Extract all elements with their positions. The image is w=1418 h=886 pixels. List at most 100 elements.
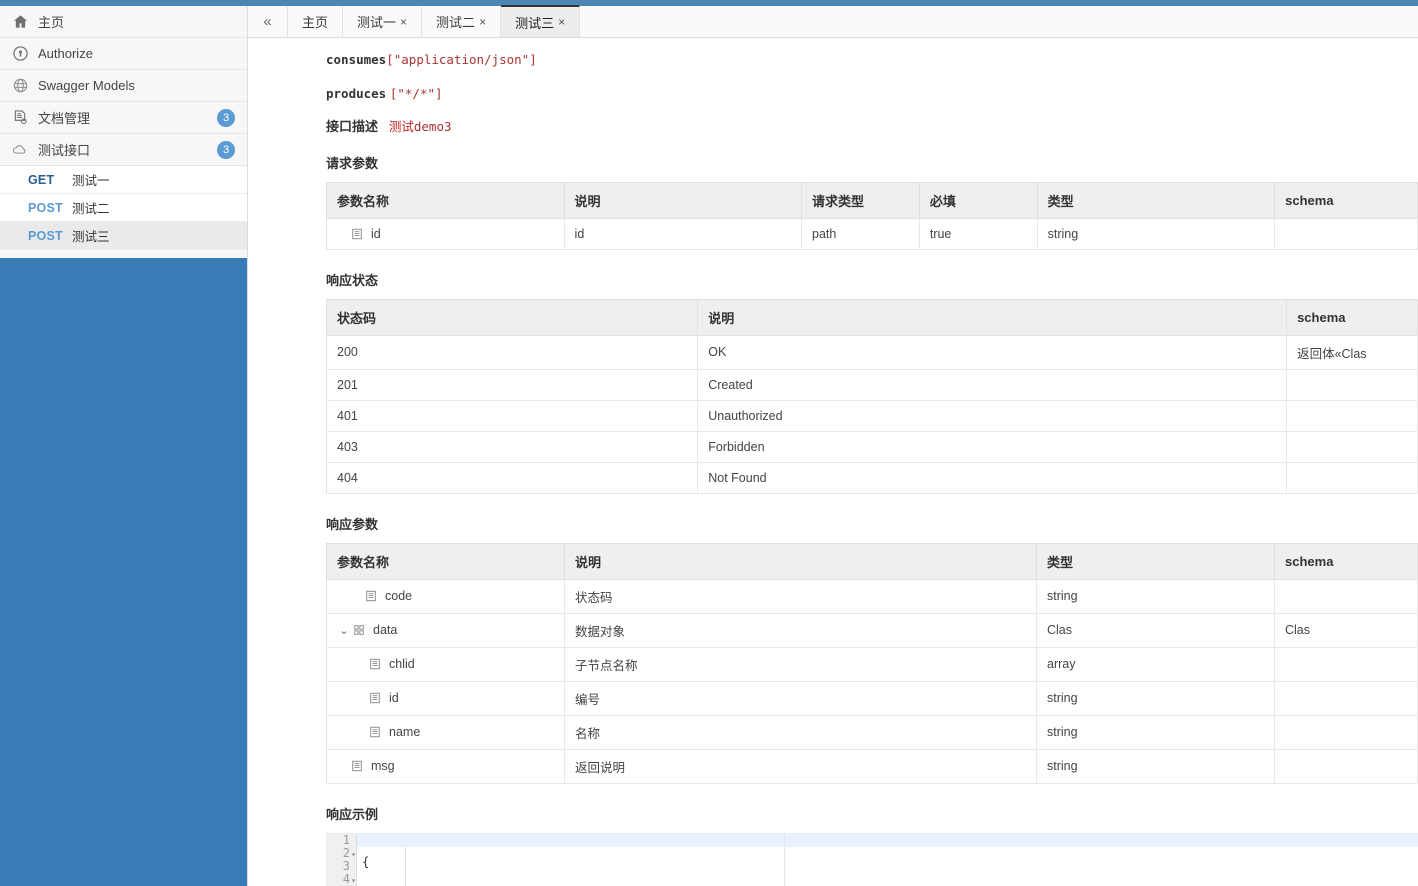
cell-param-name: id <box>326 218 565 250</box>
close-icon[interactable]: × <box>400 15 407 29</box>
close-icon[interactable]: × <box>558 15 565 29</box>
table-row: id 编号 string <box>326 681 1418 716</box>
cell-type: array <box>1036 647 1275 682</box>
cell-type: string <box>1036 579 1275 614</box>
produces-line: produces ["*/*"] <box>326 86 1418 102</box>
cell-param-name: name <box>326 715 565 750</box>
col-schema: schema <box>1274 182 1418 219</box>
table-row: 401 Unauthorized <box>326 400 1418 432</box>
collapse-sidebar-icon[interactable]: « <box>248 6 288 37</box>
table-header-row: 参数名称 说明 请求类型 必填 类型 schema <box>326 182 1418 219</box>
cell-schema <box>1286 400 1418 432</box>
api-list-item-2[interactable]: POST 测试二 <box>0 194 247 222</box>
table-row: 200 OK 返回体«Clas <box>326 335 1418 370</box>
cell-schema <box>1274 681 1418 716</box>
cell-description: Not Found <box>697 462 1288 494</box>
tab-label: 测试一 <box>357 15 397 30</box>
field-icon <box>349 760 365 772</box>
sidebar: 主页 Authorize Swagger Models 文档管理 3 测试接口 … <box>0 6 248 886</box>
col-status-code: 状态码 <box>326 299 699 336</box>
cell-status-code: 403 <box>326 431 699 463</box>
cell-required: true <box>919 218 1038 250</box>
field-icon <box>349 228 365 240</box>
cell-schema <box>1274 218 1418 250</box>
sidebar-filler-panel <box>0 258 247 886</box>
api-name-label: 测试二 <box>72 202 110 216</box>
cell-type: string <box>1036 749 1275 784</box>
tab-home[interactable]: 主页 <box>288 6 344 37</box>
param-name-text: data <box>373 623 398 638</box>
lock-icon <box>10 44 30 64</box>
cell-status-code: 201 <box>326 369 699 401</box>
col-schema: schema <box>1274 543 1418 580</box>
print-margin-guide <box>784 833 785 886</box>
col-schema: schema <box>1286 299 1418 336</box>
cell-description: Created <box>697 369 1288 401</box>
tab-test-3[interactable]: 测试三 × <box>501 5 581 37</box>
cloud-icon <box>10 140 30 160</box>
table-row: id id path true string <box>326 218 1418 250</box>
swagger-doc-page: 主页 Authorize Swagger Models 文档管理 3 测试接口 … <box>0 0 1418 886</box>
field-icon <box>363 590 379 602</box>
col-type: 类型 <box>1037 182 1276 219</box>
object-icon <box>351 624 367 636</box>
col-required: 必填 <box>919 182 1038 219</box>
cell-description: 编号 <box>564 681 1037 716</box>
close-icon[interactable]: × <box>479 15 486 29</box>
consumes-value: ["application/json"] <box>386 52 537 67</box>
home-icon <box>10 12 30 32</box>
api-method-label: POST <box>28 228 63 243</box>
editor-code-area[interactable]: { "code": "", "data": { "chlid": [], "id… <box>362 834 1418 886</box>
cell-description: Forbidden <box>697 431 1288 463</box>
swagger-icon <box>10 76 30 96</box>
param-name-text: id <box>389 691 399 706</box>
table-row: name 名称 string <box>326 715 1418 750</box>
table-row: 201 Created <box>326 369 1418 401</box>
cell-status-code: 200 <box>326 335 699 370</box>
cell-type: Clas <box>1036 613 1275 648</box>
cell-schema <box>1286 462 1418 494</box>
tab-label: 测试二 <box>436 15 476 30</box>
tab-test-1[interactable]: 测试一 × <box>343 6 423 37</box>
document-icon <box>10 108 30 128</box>
cell-param-name: id <box>326 681 565 716</box>
sidebar-item-swagger-models[interactable]: Swagger Models <box>0 70 247 102</box>
api-list-item-1[interactable]: GET 测试一 <box>0 166 247 194</box>
request-params-table: 参数名称 说明 请求类型 必填 类型 schema id id path tru… <box>326 181 1418 250</box>
chevron-down-icon[interactable]: ⌄ <box>337 624 351 637</box>
sidebar-item-document-manage[interactable]: 文档管理 3 <box>0 102 247 134</box>
tab-bar: « 主页 测试一 × 测试二 × 测试三 × <box>248 5 1418 38</box>
tab-test-2[interactable]: 测试二 × <box>422 6 502 37</box>
sidebar-item-authorize[interactable]: Authorize <box>0 38 247 70</box>
description-line: 接口描述 测试demo3 <box>326 119 1418 135</box>
sidebar-item-label: 文档管理 <box>38 111 91 126</box>
param-name-text: id <box>371 226 381 241</box>
code-line: { <box>362 854 370 869</box>
cell-schema <box>1274 749 1418 784</box>
sidebar-item-test-api[interactable]: 测试接口 3 <box>0 134 247 166</box>
response-example-editor[interactable]: 1 2▾ 3 4▾ 5 6 7 8 9 { "code": "", "data"… <box>326 832 1418 886</box>
api-name-label: 测试一 <box>72 174 110 188</box>
col-param-name: 参数名称 <box>326 182 565 219</box>
line-number: 4 ▾ <box>342 871 356 886</box>
cell-schema: 返回体«Clas <box>1286 335 1418 370</box>
param-name-text: name <box>389 725 421 740</box>
cell-param-name: chlid <box>326 647 565 682</box>
cell-description: 子节点名称 <box>564 647 1037 682</box>
api-list-item-3[interactable]: POST 测试三 <box>0 222 247 250</box>
request-params-title: 请求参数 <box>326 155 379 171</box>
api-method-label: POST <box>28 200 63 215</box>
description-label: 接口描述 <box>326 119 379 135</box>
response-status-table: 状态码 说明 schema 200 OK 返回体«Clas 201 Create… <box>326 298 1418 494</box>
consumes-line: consumes["application/json"] <box>326 52 1418 68</box>
description-value-cn: 测试 <box>388 119 414 135</box>
sidebar-item-label: Authorize <box>38 46 93 61</box>
indent-guide <box>405 846 406 886</box>
sidebar-item-home[interactable]: 主页 <box>0 6 247 38</box>
table-header-row: 状态码 说明 schema <box>326 299 1418 336</box>
produces-label: produces <box>326 85 387 101</box>
cell-schema <box>1286 431 1418 463</box>
cell-status-code: 401 <box>326 400 699 432</box>
table-row: msg 返回说明 string <box>326 749 1418 784</box>
cell-description: 名称 <box>564 715 1037 750</box>
